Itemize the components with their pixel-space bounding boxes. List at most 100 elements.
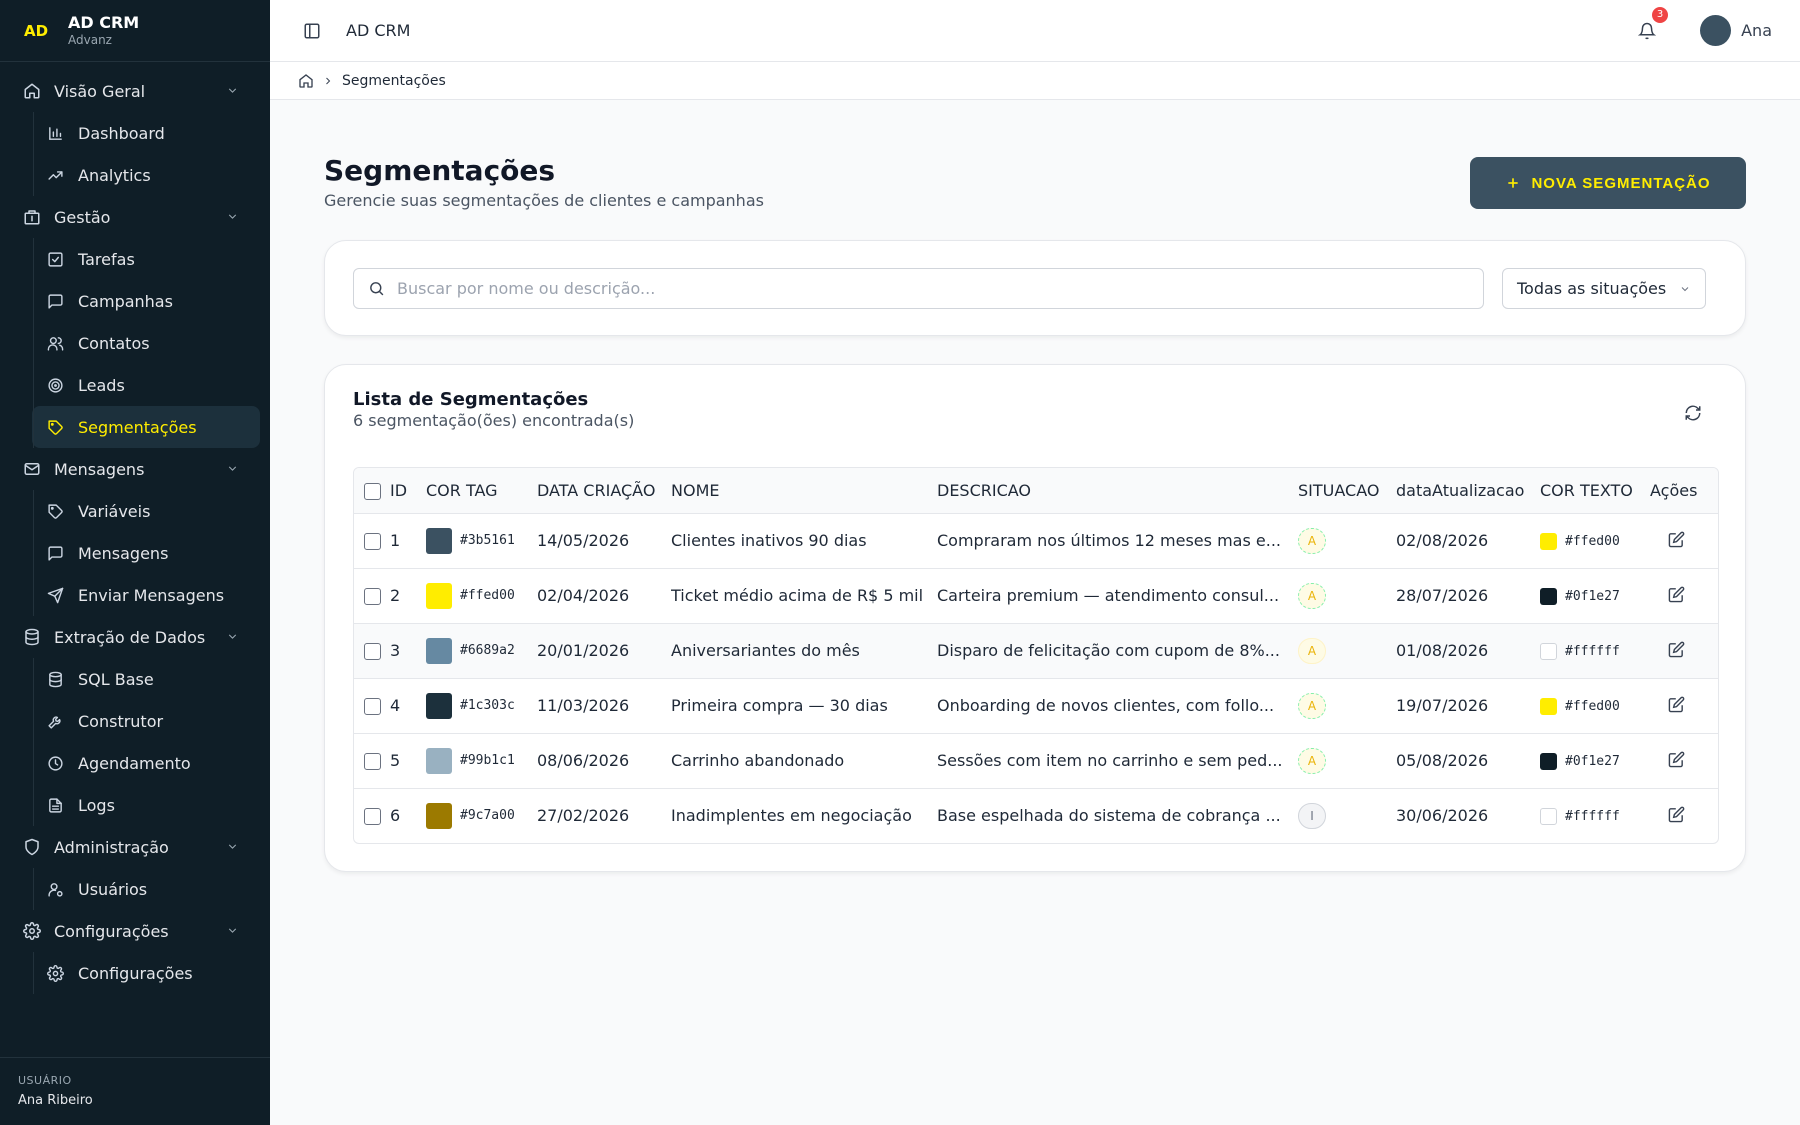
edit-icon[interactable]	[1666, 694, 1686, 714]
list-count: 6 segmentação(ões) encontrada(s)	[353, 411, 635, 430]
edit-icon[interactable]	[1666, 584, 1686, 604]
avatar[interactable]	[1700, 15, 1732, 46]
row-checkbox[interactable]	[364, 698, 381, 715]
sidebar-group-gestao[interactable]: Gestão	[0, 196, 270, 238]
sidebar-item-variaveis[interactable]: Variáveis	[32, 490, 260, 532]
user-cog-icon	[46, 880, 64, 898]
table-row[interactable]: 2 #ffed00 02/04/2026 Ticket médio acima de …	[354, 568, 1718, 623]
topbar-title: AD CRM	[346, 21, 411, 40]
text-color-hex: #0f1e27	[1565, 754, 1620, 769]
database-icon	[46, 670, 64, 688]
column-header-tag-color[interactable]: COR TAG	[426, 468, 537, 514]
sidebar-item-label: Construtor	[78, 711, 164, 731]
row-name: Primeira compra — 30 dias	[671, 696, 888, 715]
new-segmentation-button[interactable]: NOVA SEGMENTAÇÃO	[1470, 157, 1746, 209]
row-id: 2	[390, 586, 401, 605]
text-color-swatch	[1540, 698, 1557, 715]
sidebar-item-analytics[interactable]: Analytics	[32, 154, 260, 196]
column-header-text-color[interactable]: COR TEXTO	[1540, 468, 1650, 514]
sidebar-item-label: Variáveis	[78, 501, 151, 521]
row-checkbox[interactable]	[364, 643, 381, 660]
sidebar-item-dashboard[interactable]: Dashboard	[32, 112, 260, 154]
sidebar-item-configuracoes[interactable]: Configurações	[32, 952, 260, 994]
row-checkbox[interactable]	[364, 588, 381, 605]
text-color-cell: #0f1e27	[1540, 568, 1650, 623]
row-checkbox[interactable]	[364, 753, 381, 770]
refresh-icon[interactable]	[1683, 403, 1703, 423]
edit-icon[interactable]	[1666, 749, 1686, 769]
column-header-description[interactable]: DESCRICAO	[937, 468, 1298, 514]
select-all-checkbox[interactable]	[364, 482, 381, 500]
table-row[interactable]: 5 #99b1c1 08/06/2026 Carrinho abandonado Ses…	[354, 733, 1718, 788]
sidebar-item-campanhas[interactable]: Campanhas	[32, 280, 260, 322]
row-checkbox[interactable]	[364, 533, 381, 550]
tag-color-swatch	[426, 637, 452, 664]
sidebar-item-leads[interactable]: Leads	[32, 364, 260, 406]
row-name: Clientes inativos 90 dias	[671, 531, 867, 550]
bar-chart-icon	[46, 124, 64, 142]
sidebar-group-extracao-de-dados[interactable]: Extração de Dados	[0, 616, 270, 658]
sidebar-item-label: Leads	[78, 375, 125, 395]
table-row[interactable]: 4 #1c303c 11/03/2026 Primeira compra — 30 d…	[354, 678, 1718, 733]
sidebar-item-construtor[interactable]: Construtor	[32, 700, 260, 742]
search-box[interactable]	[353, 268, 1484, 309]
sidebar-item-agendamento[interactable]: Agendamento	[32, 742, 260, 784]
sidebar-item-label: Segmentações	[78, 417, 197, 437]
sidebar-item-segmentacoes[interactable]: Segmentações	[32, 406, 260, 448]
column-header-updated[interactable]: dataAtualizacao	[1396, 468, 1540, 514]
sidebar-item-contatos[interactable]: Contatos	[32, 322, 260, 364]
sidebar-group-configuracoes[interactable]: Configurações	[0, 910, 270, 952]
sidebar-group-visao-geral[interactable]: Visão Geral	[0, 70, 270, 112]
table-row[interactable]: 6 #9c7a00 27/02/2026 Inadimplentes em negoc…	[354, 788, 1718, 843]
sidebar-group-administracao[interactable]: Administração	[0, 826, 270, 868]
tag-color-hex: #ffed00	[460, 588, 515, 603]
search-input[interactable]	[397, 279, 1397, 298]
bell-icon[interactable]: 3	[1636, 6, 1669, 42]
text-color-hex: #ffed00	[1565, 534, 1620, 549]
notification-badge: 3	[1652, 6, 1669, 23]
row-checkbox[interactable]	[364, 808, 381, 826]
tag-color-cell: #ffed00	[426, 568, 537, 623]
sidebar-item-mensagens[interactable]: Mensagens	[32, 532, 260, 574]
sidebar-item-logs[interactable]: Logs	[32, 784, 260, 826]
text-color-swatch	[1540, 808, 1557, 826]
building-icon	[22, 207, 42, 227]
row-description: Carteira premium — atendimento consul...	[937, 586, 1280, 605]
sidebar-item-tarefas[interactable]: Tarefas	[32, 238, 260, 280]
column-header-status[interactable]: SITUACAO	[1298, 468, 1396, 514]
sidebar-group-mensagens[interactable]: Mensagens	[0, 448, 270, 490]
text-color-cell: #0f1e27	[1540, 733, 1650, 788]
table-header-row: ID COR TAG DATA CRIAÇÃO NOME DESCRICAO S…	[354, 468, 1718, 514]
gear-icon	[46, 964, 64, 982]
row-created: 27/02/2026	[537, 806, 630, 826]
sidebar-item-label: Tarefas	[78, 249, 135, 269]
topbar-user-name[interactable]: Ana	[1741, 21, 1772, 40]
list-title: Lista de Segmentações	[353, 389, 589, 410]
sidebar-toggle-icon[interactable]	[302, 21, 322, 41]
column-header-id[interactable]: ID	[390, 468, 426, 514]
send-icon	[46, 586, 64, 604]
tag-color-cell: #99b1c1	[426, 733, 537, 788]
topbar: AD CRM 3 Ana	[270, 0, 1800, 62]
sidebar-item-sql-base[interactable]: SQL Base	[32, 658, 260, 700]
sidebar-item-enviar-mensagens[interactable]: Enviar Mensagens	[32, 574, 260, 616]
status-filter-value: Todas as situações	[1517, 279, 1667, 298]
edit-icon[interactable]	[1666, 529, 1686, 549]
users-icon	[46, 334, 64, 352]
home-icon[interactable]	[298, 73, 314, 89]
table-row[interactable]: 1 #3b5161 14/05/2026 Clientes inativos 90 d…	[354, 513, 1718, 568]
tag-color-cell: #3b5161	[426, 513, 537, 568]
edit-icon[interactable]	[1666, 639, 1686, 659]
sidebar-item-usuarios[interactable]: Usuários	[32, 868, 260, 910]
status-filter-select[interactable]: Todas as situações	[1502, 268, 1706, 309]
column-header-created[interactable]: DATA CRIAÇÃO	[537, 468, 671, 514]
edit-icon[interactable]	[1666, 805, 1686, 825]
table-row[interactable]: 3 #6689a2 20/01/2026 Aniversariantes do mês…	[354, 623, 1718, 678]
user-name: Ana Ribeiro	[18, 1093, 93, 1108]
column-header-name[interactable]: NOME	[671, 468, 937, 514]
page-subtitle: Gerencie suas segmentações de clientes e…	[324, 191, 764, 210]
status-badge: A	[1298, 527, 1326, 554]
row-updated: 28/07/2026	[1396, 586, 1489, 605]
row-created: 02/04/2026	[537, 586, 630, 605]
home-icon	[22, 81, 42, 101]
